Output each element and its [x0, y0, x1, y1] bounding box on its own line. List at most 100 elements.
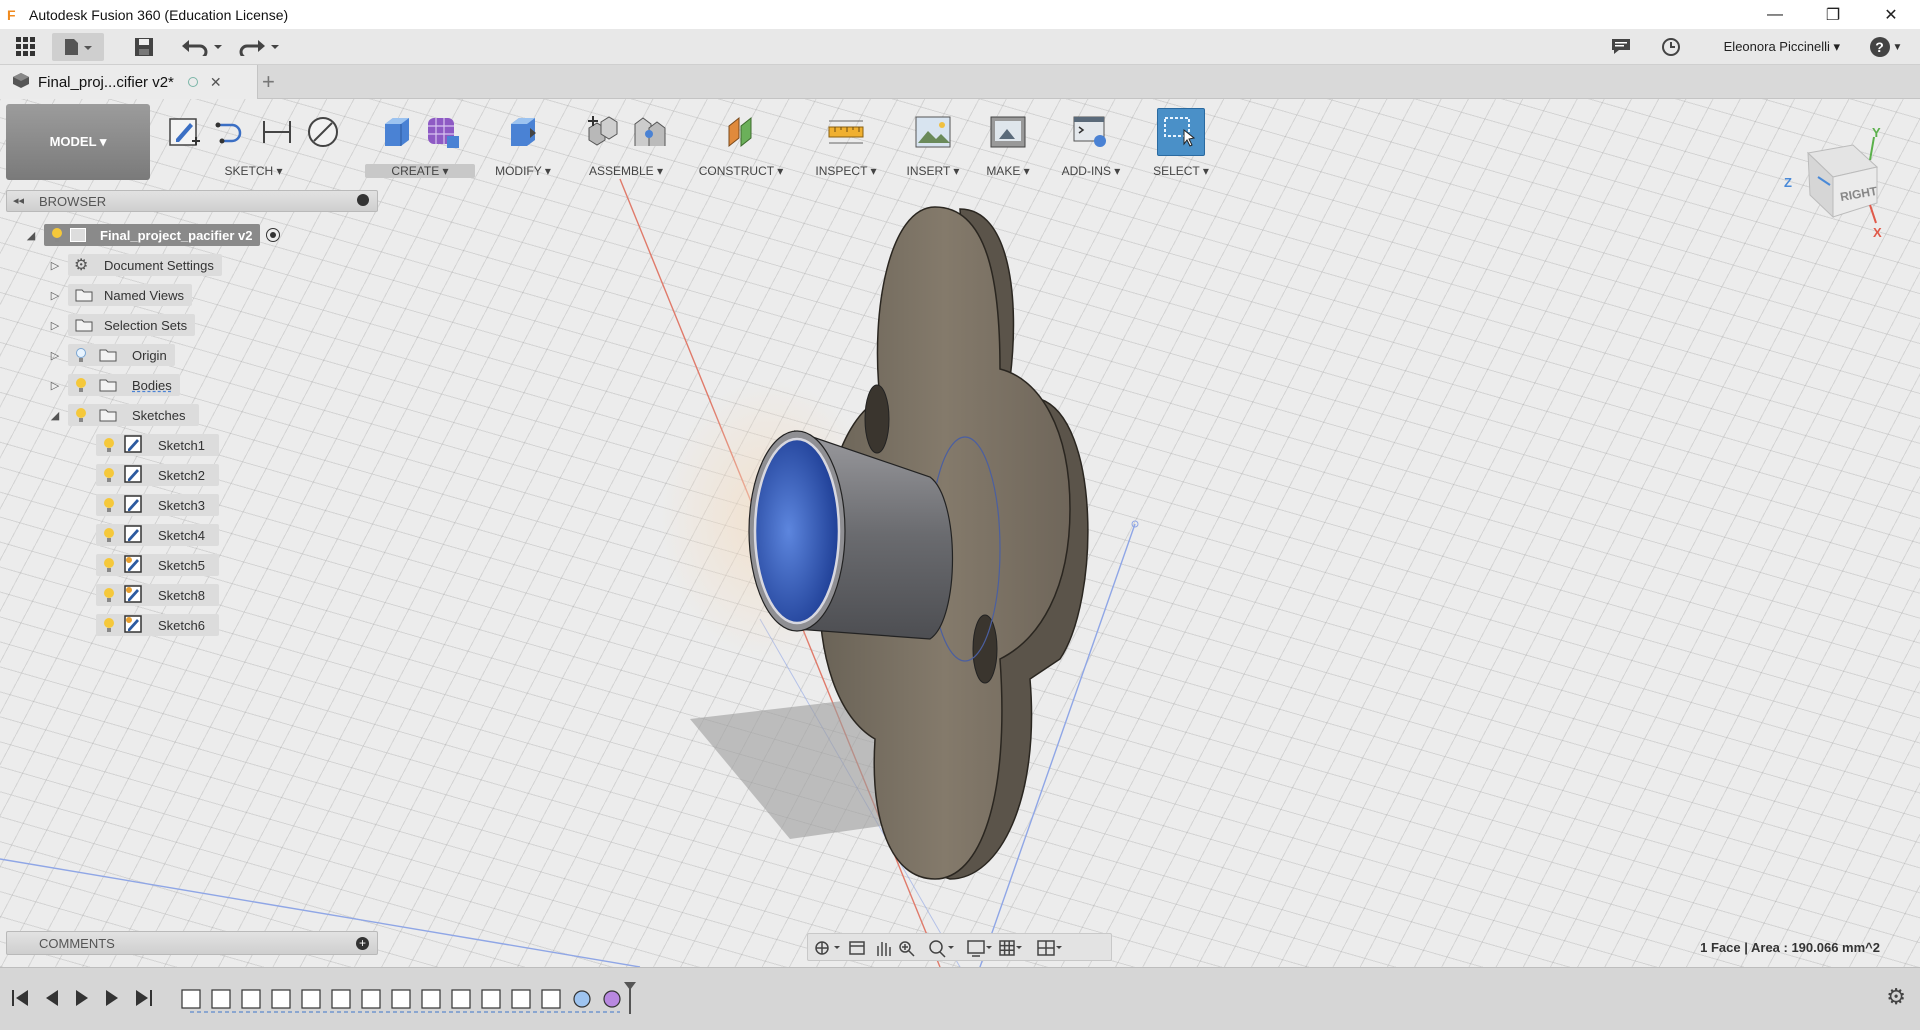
- collapse-toggle-icon[interactable]: ◢: [24, 228, 38, 242]
- extrude-icon[interactable]: [377, 112, 417, 152]
- scripts-add-ins-icon[interactable]: [1071, 112, 1111, 152]
- tree-item-origin[interactable]: ▷ Origin: [48, 343, 175, 367]
- tree-item-label: Sketch3: [158, 497, 205, 513]
- line-icon[interactable]: [211, 112, 251, 152]
- timeline-features: [181, 989, 621, 1009]
- dimension-icon[interactable]: [257, 112, 297, 152]
- look-at-icon: [849, 941, 865, 955]
- create-sketch-icon[interactable]: [165, 112, 205, 152]
- sketch-icon: [124, 494, 142, 516]
- document-tab-title: Final_proj...cifier v2*: [38, 73, 174, 91]
- sketch-group[interactable]: SKETCH ▾: [146, 104, 361, 182]
- visibility-bulb-icon[interactable]: [50, 227, 64, 243]
- expand-toggle-icon[interactable]: ▷: [48, 348, 62, 362]
- timeline-settings-gear-icon[interactable]: ⚙: [1886, 984, 1906, 1010]
- tree-item-label: Named Views: [104, 287, 184, 303]
- visibility-bulb-icon[interactable]: [102, 587, 116, 603]
- tree-item-sketch[interactable]: Sketch2: [96, 463, 219, 487]
- folder-icon: [74, 287, 94, 303]
- browser-panel-header[interactable]: ◂◂ BROWSER: [6, 190, 378, 212]
- tree-item-sketch[interactable]: Sketch4: [96, 523, 219, 547]
- visibility-bulb-off-icon[interactable]: [74, 347, 88, 363]
- collapse-toggle-icon[interactable]: ◢: [48, 408, 62, 422]
- form-icon[interactable]: [423, 112, 463, 152]
- activate-radio-icon[interactable]: [266, 228, 281, 242]
- tree-root[interactable]: ◢ Final_project_pacifier v2: [24, 223, 281, 247]
- tree-item-sketch[interactable]: Sketch5: [96, 553, 219, 577]
- sketch-icon: [124, 434, 142, 456]
- make-group[interactable]: MAKE ▾: [973, 104, 1043, 182]
- add-comment-icon[interactable]: +: [356, 937, 369, 950]
- workspace-switcher[interactable]: MODEL ▾: [6, 104, 150, 180]
- visibility-bulb-icon[interactable]: [102, 617, 116, 633]
- select-group[interactable]: SELECT ▾: [1141, 104, 1221, 182]
- tree-item-label: Sketch6: [158, 617, 205, 633]
- help-button[interactable]: ? ▼: [1866, 33, 1906, 61]
- maximize-button[interactable]: ❐: [1804, 0, 1862, 29]
- close-tab-button[interactable]: ✕: [210, 74, 222, 91]
- document-tab[interactable]: Final_proj...cifier v2* ✕: [0, 65, 258, 99]
- tree-item-label: Sketch4: [158, 527, 205, 543]
- viewports-icon: [1037, 940, 1055, 956]
- stop-sketch-icon[interactable]: [303, 112, 343, 152]
- press-pull-icon[interactable]: [503, 112, 543, 152]
- user-account-menu[interactable]: Eleonora Piccinelli ▾: [1724, 39, 1840, 55]
- redo-icon[interactable]: [237, 33, 281, 61]
- notification-icon[interactable]: [1608, 33, 1634, 61]
- new-tab-button[interactable]: +: [262, 69, 275, 95]
- collapse-panel-icon[interactable]: ◂◂: [13, 194, 24, 207]
- browser-options-icon[interactable]: [357, 194, 369, 206]
- comments-panel[interactable]: COMMENTS +: [6, 931, 378, 955]
- sketch-icon: [124, 464, 142, 486]
- visibility-bulb-icon[interactable]: [102, 527, 116, 543]
- tree-item-sketch[interactable]: Sketch1: [96, 433, 219, 457]
- visibility-bulb-icon[interactable]: [102, 437, 116, 453]
- modify-group[interactable]: MODIFY ▾: [483, 104, 563, 182]
- data-panel-grid-icon[interactable]: [10, 33, 42, 61]
- save-icon[interactable]: [130, 33, 158, 61]
- minimize-button[interactable]: —: [1746, 0, 1804, 29]
- expand-toggle-icon[interactable]: ▷: [48, 288, 62, 302]
- y-axis-label: Y: [1872, 125, 1881, 140]
- tree-item-selection-sets[interactable]: ▷ Selection Sets: [48, 313, 196, 337]
- expand-toggle-icon[interactable]: ▷: [48, 318, 62, 332]
- construct-group[interactable]: CONSTRUCT ▾: [686, 104, 796, 182]
- undo-icon[interactable]: [180, 33, 224, 61]
- visibility-bulb-icon[interactable]: [102, 557, 116, 573]
- insert-group[interactable]: INSERT ▾: [894, 104, 972, 182]
- chevron-down-icon: ▼: [1892, 41, 1903, 53]
- visibility-bulb-icon[interactable]: [102, 497, 116, 513]
- assemble-group[interactable]: ASSEMBLE ▾: [571, 104, 681, 182]
- new-component-icon[interactable]: [583, 112, 623, 152]
- tree-item-sketch[interactable]: Sketch8: [96, 583, 219, 607]
- model-hole-bottom: [972, 614, 998, 684]
- insert-image-icon[interactable]: [913, 112, 953, 152]
- browser-title: BROWSER: [39, 194, 107, 209]
- tree-item-named-views[interactable]: ▷ Named Views: [48, 283, 192, 307]
- expand-toggle-icon[interactable]: ▷: [48, 378, 62, 392]
- add-ins-group[interactable]: ADD-INS ▾: [1046, 104, 1136, 182]
- expand-toggle-icon[interactable]: ▷: [48, 258, 62, 272]
- file-menu-button[interactable]: [52, 33, 104, 61]
- measure-icon[interactable]: [826, 112, 866, 152]
- close-button[interactable]: ✕: [1862, 0, 1920, 29]
- select-icon[interactable]: [1157, 108, 1205, 156]
- joint-icon[interactable]: [629, 112, 669, 152]
- visibility-bulb-icon[interactable]: [102, 467, 116, 483]
- inspect-group[interactable]: INSPECT ▾: [801, 104, 891, 182]
- tree-item-sketch[interactable]: Sketch6: [96, 613, 219, 637]
- 3d-print-icon[interactable]: [988, 112, 1028, 152]
- tree-item-label: Sketch5: [158, 557, 205, 573]
- construct-group-label: CONSTRUCT ▾: [698, 164, 784, 178]
- tree-item-sketches[interactable]: ◢ Sketches: [48, 403, 200, 427]
- create-group[interactable]: CREATE ▾: [361, 104, 479, 182]
- tree-item-document-settings[interactable]: ▷ ⚙ Document Settings: [48, 253, 222, 277]
- view-cube[interactable]: RIGHT Z Y X: [1770, 125, 1890, 245]
- tree-item-sketch[interactable]: Sketch3: [96, 493, 219, 517]
- job-status-clock-icon[interactable]: [1658, 33, 1684, 61]
- tree-item-bodies[interactable]: ▷ Bodies: [48, 373, 180, 397]
- visibility-bulb-icon[interactable]: [74, 407, 88, 423]
- visibility-bulb-icon[interactable]: [74, 377, 88, 393]
- document-tab-bar: Final_proj...cifier v2* ✕ +: [0, 65, 1920, 99]
- offset-plane-icon[interactable]: [721, 112, 761, 152]
